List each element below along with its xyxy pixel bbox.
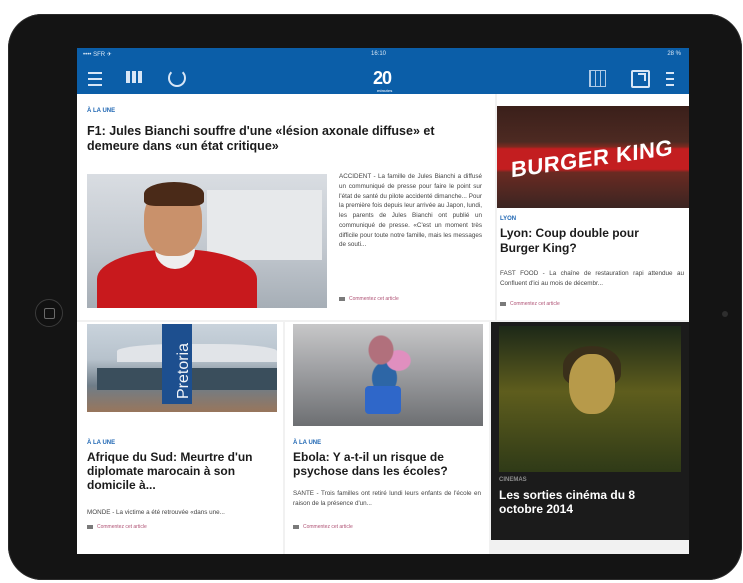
status-bar: •••• SFR ✈ 16:10 28 % bbox=[77, 48, 689, 62]
main-article-image[interactable] bbox=[87, 174, 327, 308]
afrique-article-image[interactable]: Pretoria bbox=[87, 324, 277, 412]
ebola-article-headline[interactable]: Ebola: Y a-t-il un risque de psychose da… bbox=[293, 450, 483, 479]
camera bbox=[722, 311, 728, 317]
ebola-article-kicker: À LA UNE bbox=[293, 440, 322, 446]
lyon-article-card[interactable]: BURGER KING LYON Lyon: Coup double pour … bbox=[497, 94, 689, 320]
carrier-label: •••• SFR ✈ bbox=[83, 52, 112, 58]
lyon-article-comments-link[interactable]: Commentez cet article bbox=[500, 301, 560, 307]
ebola-article-card[interactable]: À LA UNE Ebola: Y a-t-il un risque de ps… bbox=[285, 322, 489, 554]
cinema-article-kicker: CINEMAS bbox=[499, 477, 527, 483]
afrique-article-excerpt: MONDE - La victime a été retrouvée «dans… bbox=[87, 509, 225, 516]
comment-icon bbox=[87, 524, 93, 529]
share-icon[interactable] bbox=[629, 68, 651, 88]
ebola-article-comments-label: Commentez cet article bbox=[303, 524, 353, 530]
lyon-article-image[interactable]: BURGER KING bbox=[497, 106, 689, 208]
home-button[interactable] bbox=[35, 299, 63, 327]
main-article-card[interactable]: À LA UNE F1: Jules Bianchi souffre d'une… bbox=[77, 94, 495, 320]
menu-icon[interactable] bbox=[85, 68, 107, 88]
top-nav-bar: 20 minutes bbox=[77, 62, 689, 94]
main-article-kicker: À LA UNE bbox=[87, 108, 116, 114]
ebola-article-comments-link[interactable]: Commentez cet article bbox=[293, 524, 353, 530]
burger-king-sign-text: BURGER KING bbox=[511, 134, 673, 183]
cinema-article-headline[interactable]: Les sorties cinéma du 8 octobre 2014 bbox=[499, 488, 679, 517]
main-article-excerpt: ACCIDENT - La famille de Jules Bianchi a… bbox=[339, 173, 482, 249]
lyon-article-headline[interactable]: Lyon: Coup double pour Burger King? bbox=[500, 226, 680, 255]
refresh-icon[interactable] bbox=[166, 68, 188, 88]
afrique-article-kicker: À LA UNE bbox=[87, 440, 116, 446]
lyon-article-comments-label: Commentez cet article bbox=[510, 301, 560, 307]
logo: 20 minutes bbox=[373, 68, 392, 93]
pretoria-sign-text: Pretoria bbox=[175, 342, 193, 400]
logo-text: 20 bbox=[373, 68, 392, 88]
ebola-article-excerpt: SANTE - Trois familles ont retiré lundi … bbox=[293, 490, 481, 507]
comment-icon bbox=[500, 301, 506, 306]
tiles-view-icon[interactable] bbox=[587, 68, 609, 88]
afrique-article-card[interactable]: Pretoria À LA UNE Afrique du Sud: Meurtr… bbox=[77, 322, 283, 554]
logo-subtext: minutes bbox=[377, 88, 393, 93]
article-grid: À LA UNE F1: Jules Bianchi souffre d'une… bbox=[77, 94, 689, 554]
main-article-comments-link[interactable]: Commentez cet article bbox=[339, 296, 399, 302]
cinema-article-card[interactable]: CINEMAS Les sorties cinéma du 8 octobre … bbox=[491, 322, 689, 540]
more-icon[interactable] bbox=[665, 68, 675, 88]
battery-label: 28 % bbox=[667, 51, 681, 57]
afrique-article-comments-label: Commentez cet article bbox=[97, 524, 147, 530]
cinema-article-image[interactable] bbox=[499, 326, 681, 472]
main-article-comments-label: Commentez cet article bbox=[349, 296, 399, 302]
comment-icon bbox=[339, 296, 345, 301]
app-screen: •••• SFR ✈ 16:10 28 % 20 minutes À LA UN… bbox=[77, 48, 689, 554]
main-article-headline[interactable]: F1: Jules Bianchi souffre d'une «lésion … bbox=[87, 124, 472, 155]
lyon-article-excerpt: FAST FOOD - La chaîne de restauration ra… bbox=[500, 270, 684, 287]
columns-icon[interactable] bbox=[123, 68, 145, 88]
lyon-article-kicker: LYON bbox=[500, 216, 517, 222]
afrique-article-headline[interactable]: Afrique du Sud: Meurtre d'un diplomate m… bbox=[87, 450, 279, 492]
comment-icon bbox=[293, 524, 299, 529]
status-time: 16:10 bbox=[371, 51, 387, 57]
ebola-article-image[interactable] bbox=[293, 324, 483, 426]
afrique-article-comments-link[interactable]: Commentez cet article bbox=[87, 524, 147, 530]
